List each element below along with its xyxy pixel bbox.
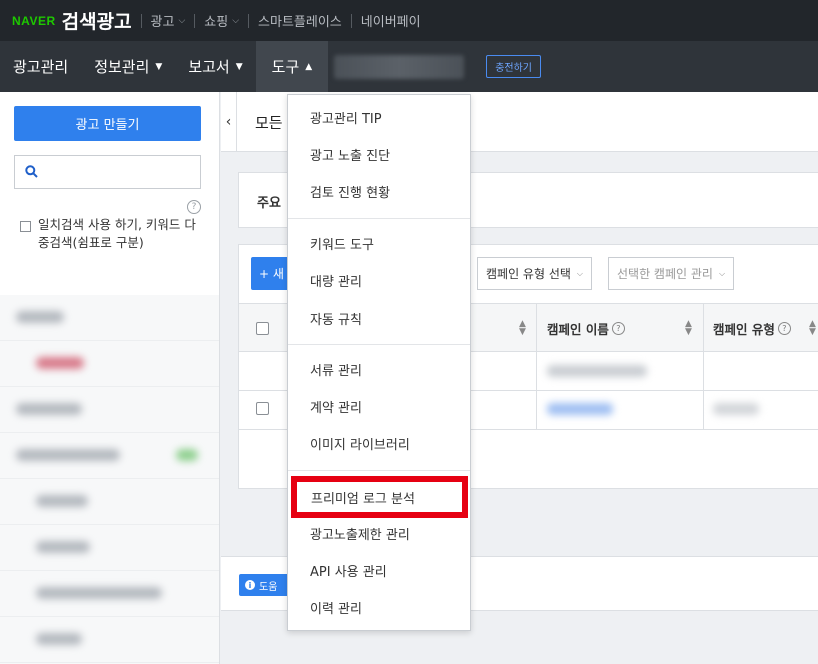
search-input[interactable] [45,161,195,183]
selected-campaign-manage-select[interactable]: 선택한 캠페인 관리 ⌵ [608,257,735,290]
list-item[interactable] [0,617,219,663]
top-link-smartplace[interactable]: 스마트플레이스 [258,11,342,30]
divider [194,13,196,28]
chevron-down-icon: ⌵ [576,268,583,278]
menu-item-keyword-tool[interactable]: 키워드 도구 [288,225,470,262]
menu-divider [288,470,470,471]
menu-item-contract-management[interactable]: 계약 관리 [288,388,470,425]
naver-logo[interactable]: NAVER [12,14,56,28]
campaign-type-select[interactable]: 캠페인 유형 선택 ⌵ [477,257,592,290]
sidebar: 광고 만들기 ? 일치검색 사용 하기, 키워드 다중검색(쉼표로 구분) [0,92,220,664]
select-all-checkbox[interactable] [256,322,269,335]
divider [248,13,250,28]
list-item[interactable] [0,479,219,525]
account-info-blurred [334,54,465,79]
help-icon[interactable]: ? [611,321,625,335]
menu-item-exposure-diagnosis[interactable]: 광고 노출 진단 [288,136,470,173]
main-nav: 광고관리 정보관리 ▼ 보고서 ▼ 도구 ▲ 충전하기 [0,41,818,92]
charge-button[interactable]: 충전하기 [486,55,541,78]
help-icon[interactable]: ? [187,200,201,214]
search-ad-title[interactable]: 검색광고 [62,7,132,34]
top-link-shopping[interactable]: 쇼핑 ⌵ [204,11,239,30]
search-box [14,155,201,189]
menu-item-ad-exposure-limit[interactable]: 광고노출제한 관리 [288,515,470,552]
row-checkbox[interactable] [256,402,269,415]
menu-item-premium-log-analysis[interactable]: 프리미엄 로그 분석 [291,476,468,518]
sort-icon[interactable]: ▲ ▼ [519,320,526,337]
menu-item-history[interactable]: 이력 관리 [288,589,470,626]
new-campaign-button[interactable]: + 새 [251,257,289,290]
divider [350,13,352,28]
notice-label: 주요 [257,196,281,211]
top-link-naverpay[interactable]: 네이버페이 [361,11,421,30]
list-item[interactable] [0,571,219,617]
campaign-tree-blurred [0,295,219,664]
chevron-down-icon: ⌵ [718,268,726,278]
nav-info-management[interactable]: 정보관리 ▼ [81,41,175,92]
menu-item-label: 프리미엄 로그 분석 [311,492,415,507]
collapse-sidebar-icon[interactable]: ‹ [221,92,237,152]
menu-item-auto-rules[interactable]: 자동 규칙 [288,300,470,337]
chevron-down-icon: ▼ [155,61,163,72]
chevron-up-icon: ▲ [305,61,313,72]
search-icon [25,165,38,178]
menu-item-ad-tip[interactable]: 광고관리 TIP [288,99,470,136]
menu-item-document-management[interactable]: 서류 관리 [288,351,470,388]
chevron-down-icon: ⌵ [178,15,186,26]
list-item[interactable] [0,295,219,341]
menu-item-image-library[interactable]: 이미지 라이브러리 [288,425,470,462]
help-icon[interactable]: ? [777,321,791,335]
top-brand-bar: NAVER 검색광고 광고 ⌵ 쇼핑 ⌵ 스마트플레이스 네이버페이 [0,0,818,41]
exact-search-checkbox[interactable] [20,221,31,232]
chevron-down-icon: ▼ [235,61,243,72]
exact-search-label: 일치검색 사용 하기, 키워드 다중검색(쉼표로 구분) [38,217,196,250]
sort-icon[interactable]: ▲ ▼ [809,320,816,337]
sort-icon[interactable]: ▲ ▼ [685,320,692,337]
list-item[interactable] [0,433,219,479]
menu-item-bulk-management[interactable]: 대량 관리 [288,262,470,299]
tools-dropdown-menu: 광고관리 TIP 광고 노출 진단 검토 진행 현황 키워드 도구 대량 관리 … [287,94,471,631]
list-item[interactable] [0,387,219,433]
list-item[interactable] [0,525,219,571]
nav-reports[interactable]: 보고서 ▼ [175,41,255,92]
menu-item-review-status[interactable]: 검토 진행 현황 [288,173,470,210]
menu-divider [288,218,470,219]
menu-divider [288,344,470,345]
nav-tools[interactable]: 도구 ▲ [255,41,329,92]
top-link-ad[interactable]: 광고 ⌵ [151,11,186,30]
menu-item-api-management[interactable]: API 사용 관리 [288,552,470,589]
column-header-campaign-type[interactable]: 캠페인 유형? [713,304,791,352]
column-header-campaign-name[interactable]: 캠페인 이름? [547,304,625,352]
list-item[interactable] [0,341,219,387]
create-ad-button[interactable]: 광고 만들기 [14,106,201,141]
info-icon: i [245,580,255,590]
chevron-down-icon: ⌵ [232,15,240,26]
divider [140,13,142,28]
nav-ad-management[interactable]: 광고관리 [0,41,81,92]
breadcrumb-title: 모든 [255,114,283,132]
